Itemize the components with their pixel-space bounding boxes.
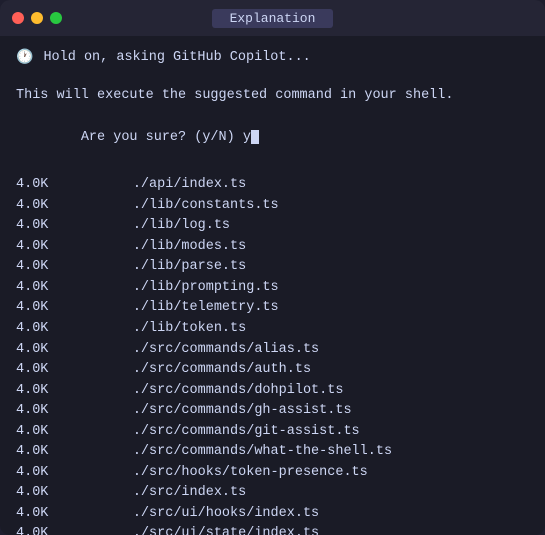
file-path: ./lib/token.ts [68,319,246,340]
file-size: 4.0K [16,319,68,340]
file-path: ./src/commands/auth.ts [68,360,311,381]
file-row: 4.0K ./lib/constants.ts [16,196,529,217]
file-path: ./src/index.ts [68,483,246,504]
message-line-1: This will execute the suggested command … [16,86,529,107]
file-row: 4.0K ./src/commands/gh-assist.ts [16,401,529,422]
file-row: 4.0K ./src/commands/auth.ts [16,360,529,381]
file-path: ./lib/log.ts [68,216,230,237]
file-size: 4.0K [16,257,68,278]
status-text: Hold on, asking GitHub Copilot... [43,48,310,69]
message-block: This will execute the suggested command … [16,86,529,170]
file-size: 4.0K [16,401,68,422]
message-line-2: Are you sure? (y/N) y [16,107,529,170]
file-row: 4.0K ./src/commands/dohpilot.ts [16,381,529,402]
file-path: ./lib/parse.ts [68,257,246,278]
file-path: ./src/ui/hooks/index.ts [68,504,319,525]
minimize-button[interactable] [31,12,43,24]
file-size: 4.0K [16,422,68,443]
file-row: 4.0K ./src/commands/git-assist.ts [16,422,529,443]
file-row: 4.0K ./api/index.ts [16,175,529,196]
file-path: ./src/commands/what-the-shell.ts [68,442,392,463]
file-row: 4.0K ./src/ui/state/index.ts [16,524,529,535]
file-size: 4.0K [16,237,68,258]
file-path: ./src/hooks/token-presence.ts [68,463,368,484]
file-row: 4.0K ./lib/modes.ts [16,237,529,258]
file-row: 4.0K ./lib/prompting.ts [16,278,529,299]
close-button[interactable] [12,12,24,24]
file-size: 4.0K [16,360,68,381]
file-path: ./src/commands/git-assist.ts [68,422,360,443]
file-row: 4.0K ./lib/token.ts [16,319,529,340]
file-path: ./lib/prompting.ts [68,278,279,299]
file-row: 4.0K ./lib/parse.ts [16,257,529,278]
file-size: 4.0K [16,463,68,484]
file-row: 4.0K ./src/ui/hooks/index.ts [16,504,529,525]
file-path: ./lib/telemetry.ts [68,298,279,319]
traffic-lights [12,12,62,24]
file-size: 4.0K [16,340,68,361]
file-size: 4.0K [16,175,68,196]
clock-icon: 🕐 [16,48,33,70]
file-row: 4.0K ./src/hooks/token-presence.ts [16,463,529,484]
file-size: 4.0K [16,298,68,319]
terminal-body[interactable]: 🕐 Hold on, asking GitHub Copilot... This… [0,36,545,535]
file-path: ./src/commands/alias.ts [68,340,319,361]
maximize-button[interactable] [50,12,62,24]
titlebar: Explanation [0,0,545,36]
file-row: 4.0K ./src/commands/alias.ts [16,340,529,361]
file-row: 4.0K ./src/index.ts [16,483,529,504]
status-line: 🕐 Hold on, asking GitHub Copilot... [16,48,529,70]
file-size: 4.0K [16,483,68,504]
file-path: ./api/index.ts [68,175,246,196]
file-size: 4.0K [16,524,68,535]
file-size: 4.0K [16,442,68,463]
window-title: Explanation [212,9,334,28]
file-size: 4.0K [16,216,68,237]
file-row: 4.0K ./lib/log.ts [16,216,529,237]
file-size: 4.0K [16,504,68,525]
file-size: 4.0K [16,196,68,217]
file-path: ./lib/modes.ts [68,237,246,258]
file-size: 4.0K [16,381,68,402]
input-cursor [251,130,259,144]
file-list: 4.0K ./api/index.ts4.0K ./lib/constants.… [16,175,529,535]
file-row: 4.0K ./src/commands/what-the-shell.ts [16,442,529,463]
terminal-window: Explanation 🕐 Hold on, asking GitHub Cop… [0,0,545,535]
file-row: 4.0K ./lib/telemetry.ts [16,298,529,319]
file-path: ./src/commands/dohpilot.ts [68,381,343,402]
file-path: ./lib/constants.ts [68,196,279,217]
file-size: 4.0K [16,278,68,299]
file-path: ./src/ui/state/index.ts [68,524,319,535]
file-path: ./src/commands/gh-assist.ts [68,401,352,422]
